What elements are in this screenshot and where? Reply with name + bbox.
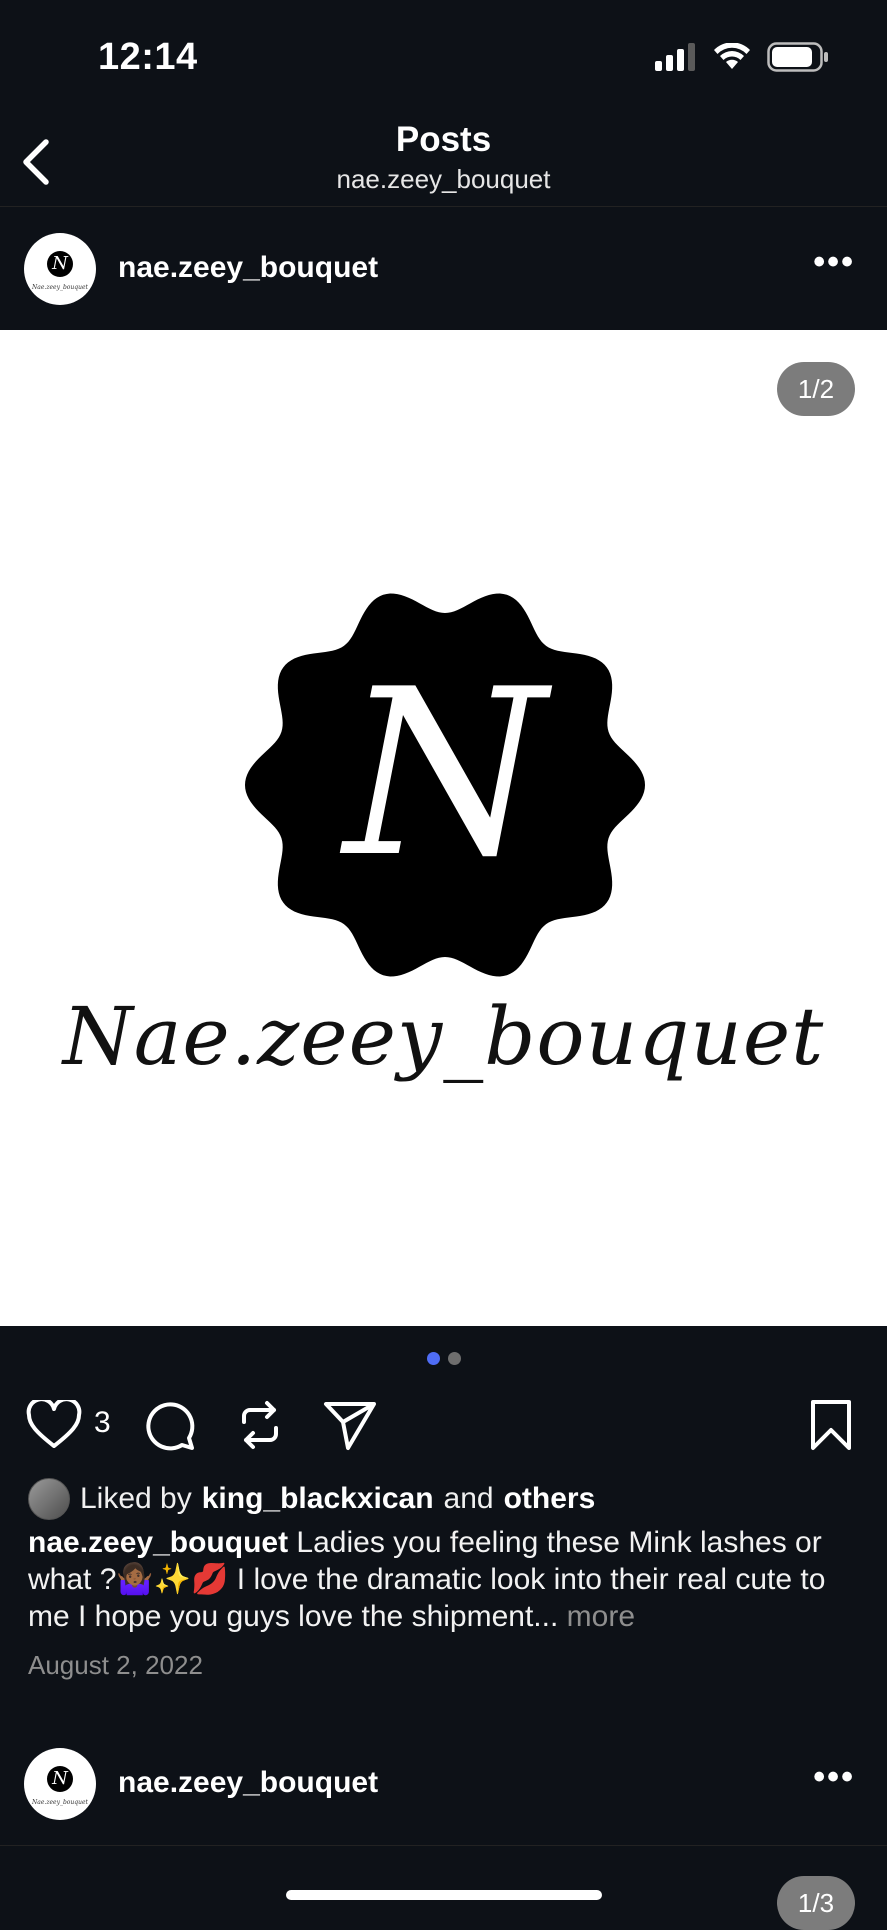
- liked-by-prefix: Liked by: [80, 1482, 192, 1515]
- logo-letter: N: [344, 641, 546, 908]
- next-avatar-logo-badge: N: [47, 1766, 73, 1792]
- caption-username[interactable]: nae.zeey_bouquet: [28, 1526, 288, 1559]
- carousel-dot: [447, 1352, 461, 1365]
- next-image-counter: 1/3: [777, 1876, 855, 1930]
- next-post-header: N Nae.zeey_bouquet nae.zeey_bouquet •••: [0, 1722, 887, 1844]
- next-post-image[interactable]: 1/3: [0, 1845, 887, 1930]
- comment-icon[interactable]: [142, 1398, 196, 1452]
- share-icon[interactable]: [322, 1398, 378, 1452]
- navigation-bar: Posts nae.zeey_bouquet: [0, 110, 887, 207]
- avatar[interactable]: N Nae.zeey_bouquet: [24, 233, 96, 305]
- liked-by-user[interactable]: king_blackxican: [202, 1482, 434, 1516]
- caption-more-link[interactable]: more: [567, 1600, 635, 1633]
- avatar-logo-text: Nae.zeey_bouquet: [32, 284, 88, 291]
- wifi-icon: [714, 43, 750, 69]
- next-post-username[interactable]: nae.zeey_bouquet: [118, 1766, 378, 1800]
- next-post-more-options-icon[interactable]: •••: [813, 1758, 855, 1797]
- more-options-icon[interactable]: •••: [813, 243, 855, 282]
- like-count[interactable]: 3: [94, 1406, 111, 1440]
- post-actions: 3: [0, 1392, 887, 1452]
- next-avatar-logo-text: Nae.zeey_bouquet: [32, 1799, 88, 1806]
- post-header: N Nae.zeey_bouquet nae.zeey_bouquet •••: [0, 207, 887, 329]
- post-username[interactable]: nae.zeey_bouquet: [118, 251, 378, 285]
- page-title: Posts: [395, 120, 492, 159]
- cellular-signal-icon: [655, 43, 695, 71]
- status-icons: [655, 42, 829, 72]
- liked-by-row[interactable]: Liked by king_blackxican and others: [28, 1478, 595, 1520]
- liked-by-avatar: [28, 1478, 70, 1520]
- bookmark-icon[interactable]: [808, 1398, 854, 1452]
- status-time: 12:14: [98, 36, 198, 78]
- status-bar: 12:14: [0, 0, 887, 110]
- post-caption: nae.zeey_bouquet Ladies you feeling thes…: [28, 1524, 868, 1635]
- image-counter: 1/2: [777, 362, 855, 416]
- post-date: August 2, 2022: [28, 1650, 203, 1680]
- heart-icon[interactable]: [26, 1400, 82, 1450]
- liked-by-others[interactable]: others: [504, 1482, 596, 1516]
- home-indicator[interactable]: [286, 1890, 602, 1900]
- logo-wordmark: Nae.zeey_bouquet: [62, 990, 825, 1083]
- battery-icon: [767, 42, 828, 72]
- next-post-avatar[interactable]: N Nae.zeey_bouquet: [24, 1748, 96, 1820]
- liked-by-and: and: [443, 1482, 494, 1515]
- page-subtitle: nae.zeey_bouquet: [336, 164, 551, 194]
- carousel-indicator: [0, 1352, 887, 1365]
- carousel-dot: [426, 1352, 440, 1365]
- repost-icon[interactable]: [234, 1398, 286, 1452]
- avatar-logo-badge: N: [47, 251, 73, 277]
- post-image[interactable]: 1/2 N Nae.zeey_bouquet: [0, 330, 887, 1326]
